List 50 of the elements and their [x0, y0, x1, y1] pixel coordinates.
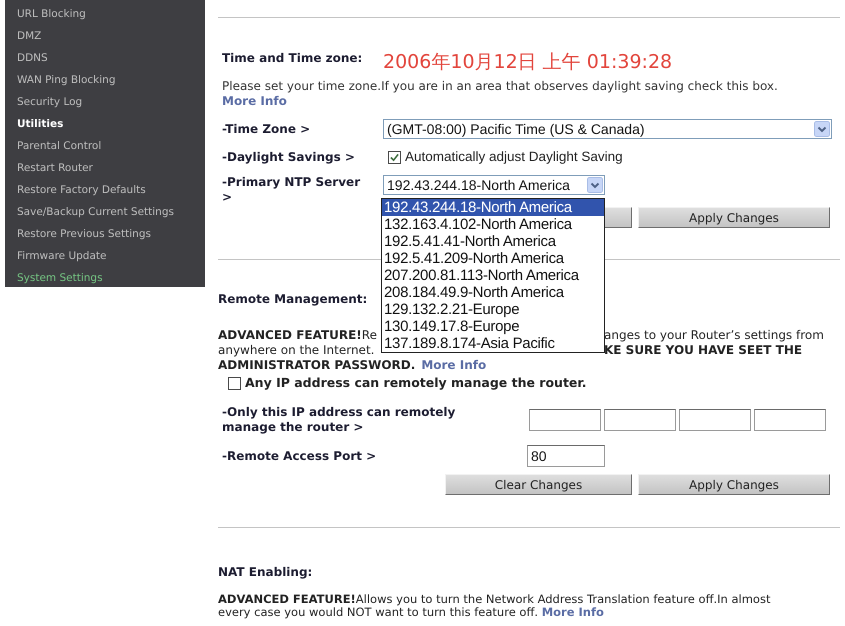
apply-button[interactable]: Apply Changes [638, 207, 830, 228]
checkbox[interactable] [388, 150, 401, 164]
notice-text: anges to your Router’s settings from [604, 328, 824, 343]
sidebar-item[interactable]: DMZ [17, 30, 42, 42]
ip-input-field[interactable] [754, 409, 826, 431]
apply-button[interactable]: Apply Changes [638, 474, 830, 495]
current-time: 2006年10月12日 上午 01:39:28 [383, 51, 672, 73]
ip-input-field[interactable] [604, 409, 676, 431]
field-label: -Time Zone > [222, 122, 310, 136]
notice-text: ADMINISTRATOR PASSWORD. [218, 358, 416, 373]
port-input-field[interactable]: 80 [527, 445, 605, 467]
field-label: -Remote Access Port > [222, 448, 376, 464]
checkbox-label: Any IP address can remotely manage the router. [245, 375, 587, 391]
section-title: Remote Management: [218, 292, 368, 306]
more-info-link[interactable]: More Info [542, 605, 604, 619]
section-title: Time and Time zone: [222, 51, 364, 65]
section-title: NAT Enabling: [218, 565, 312, 579]
checkbox-label: Automatically adjust Daylight Saving [405, 149, 623, 165]
time-zone-select[interactable]: (GMT-08:00) Pacific Time (US & Canada) [383, 119, 832, 139]
clear-button[interactable]: Clear Changes [445, 474, 632, 495]
dropdown-option[interactable]: 192.43.244.18-North America [382, 199, 604, 216]
sidebar-item[interactable]: WAN Ping Blocking [17, 74, 116, 86]
sidebar-item[interactable]: Firmware Update [17, 250, 106, 262]
sidebar-item[interactable]: DDNS [17, 52, 48, 64]
description-text: Please set your time zone.If you are in an area that observes daylight saving check this box. [221, 79, 778, 93]
button[interactable] [602, 207, 632, 228]
more-info-link[interactable]: More Info [222, 94, 287, 108]
ip-input-field[interactable] [529, 409, 601, 431]
sidebar-item[interactable]: System Settings [17, 272, 103, 284]
sidebar-item[interactable]: Restore Previous Settings [17, 228, 151, 240]
select-value: (GMT-08:00) Pacific Time (US & Canada) [387, 121, 645, 137]
notice-text: ADVANCED FEATURE!Allows you to turn the Network Address Translation feature off.In almost every case you would NOT want to turn this feature off. More Info [218, 593, 772, 619]
sidebar-item[interactable]: Parental Control [17, 140, 102, 152]
notice-text: ADVANCED FEATURE!Re [218, 328, 377, 343]
sidebar-item[interactable]: Security Log [17, 96, 82, 108]
checkbox[interactable] [228, 376, 241, 390]
field-label: -Primary NTP Server > [222, 175, 362, 205]
sidebar-item[interactable]: Save/Backup Current Settings [17, 206, 174, 218]
notice-text: anywhere on the Internet. [218, 343, 374, 358]
more-info-link[interactable]: More Info [421, 358, 486, 372]
field-label: -Daylight Savings > [222, 150, 355, 164]
sidebar-heading: Utilities [17, 118, 64, 130]
sidebar-item[interactable]: Restart Router [17, 162, 93, 174]
check-icon [390, 152, 399, 162]
sidebar-item[interactable]: Restore Factory Defaults [17, 184, 146, 196]
field-label: -Only this IP address can remotely manage the router > [222, 405, 456, 435]
ip-input-field[interactable] [679, 409, 751, 431]
sidebar-item[interactable]: URL Blocking [17, 8, 86, 20]
select-value: 192.43.244.18-North America [387, 177, 570, 193]
notice-text: KE SURE YOU HAVE SEET THE [604, 343, 802, 358]
